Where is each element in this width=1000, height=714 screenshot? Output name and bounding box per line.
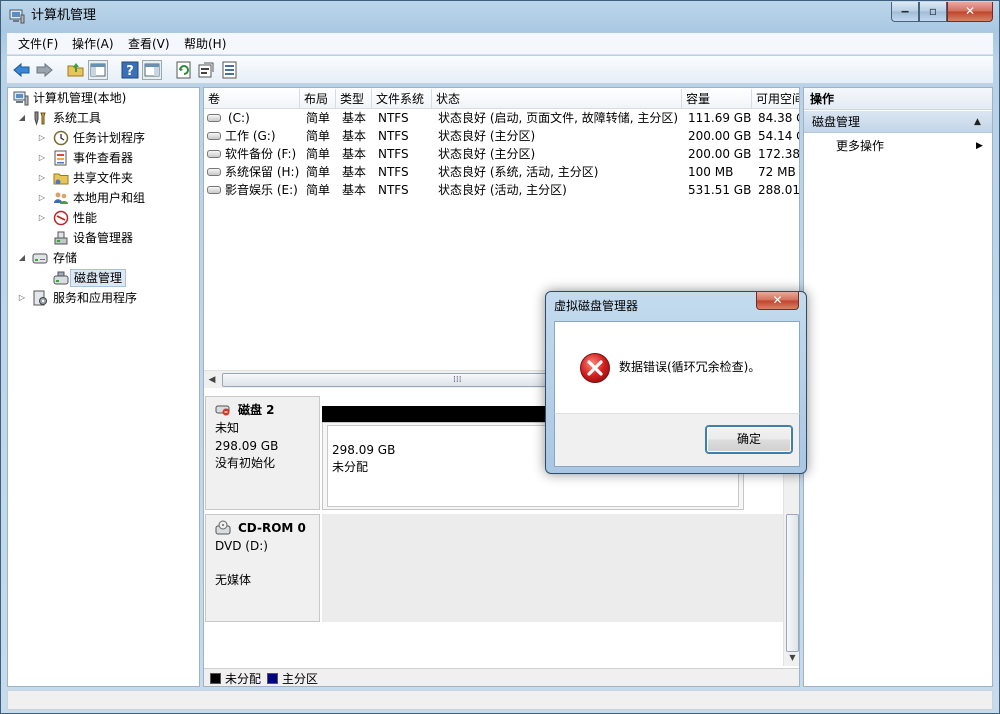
computer-management-icon bbox=[13, 90, 29, 106]
menu-bar: 文件(F) 操作(A) 查看(V) 帮助(H) bbox=[7, 33, 993, 55]
tree-item-local-users[interactable]: ▷ 本地用户和组 bbox=[8, 188, 198, 208]
collapsed-arrow-icon[interactable]: ▷ bbox=[37, 208, 47, 228]
collapsed-arrow-icon[interactable]: ▷ bbox=[37, 168, 47, 188]
grip-icon: ⁞⁞⁞ bbox=[453, 375, 462, 385]
dialog-close-button[interactable]: ✕ bbox=[756, 292, 799, 310]
column-free-space[interactable]: 可用空间 bbox=[752, 89, 799, 109]
dialog-footer: 确定 bbox=[554, 413, 800, 467]
status-bar bbox=[7, 690, 993, 710]
disk-warning-icon bbox=[215, 403, 231, 417]
dialog-message: 数据错误(循环冗余检查)。 bbox=[619, 360, 761, 374]
help-icon[interactable]: ? bbox=[120, 60, 140, 80]
show-hide-action-pane-icon[interactable] bbox=[142, 60, 162, 80]
column-capacity[interactable]: 容量 bbox=[682, 89, 752, 109]
expanded-arrow-icon[interactable]: ◢ bbox=[17, 248, 27, 268]
minimize-button[interactable]: ‒ bbox=[891, 2, 919, 22]
tree-item-root[interactable]: 计算机管理(本地) bbox=[8, 88, 198, 108]
menu-action[interactable]: 操作(A) bbox=[72, 36, 114, 52]
window-title: 计算机管理 bbox=[31, 8, 97, 23]
tree-item-disk-management[interactable]: 磁盘管理 bbox=[8, 268, 198, 288]
device-manager-icon bbox=[53, 230, 69, 246]
performance-icon bbox=[53, 210, 69, 226]
error-dialog: 虚拟磁盘管理器 ✕ 数据错误(循环冗余检查)。 确定 bbox=[545, 291, 807, 474]
close-button[interactable]: ✕ bbox=[947, 2, 993, 22]
clock-icon bbox=[53, 130, 69, 146]
tree-item-services-apps[interactable]: ▷ 服务和应用程序 bbox=[8, 288, 198, 308]
volume-row[interactable]: 影音娱乐 (E:) 简单 基本 NTFS 状态良好 (活动, 主分区) 531.… bbox=[204, 181, 799, 199]
properties-icon[interactable] bbox=[196, 60, 216, 80]
column-file-system[interactable]: 文件系统 bbox=[372, 89, 432, 109]
event-log-icon bbox=[53, 150, 69, 166]
collapse-arrow-icon[interactable]: ▲ bbox=[974, 111, 981, 133]
storage-icon bbox=[32, 250, 48, 266]
forward-icon[interactable] bbox=[34, 60, 54, 80]
tree-item-shared-folders[interactable]: ▷ 共享文件夹 bbox=[8, 168, 198, 188]
volume-row[interactable]: 系统保留 (H:) 简单 基本 NTFS 状态良好 (系统, 活动, 主分区) … bbox=[204, 163, 799, 181]
volume-list-header: 卷 布局 类型 文件系统 状态 容量 可用空间 bbox=[204, 89, 799, 109]
computer-management-icon bbox=[9, 9, 25, 24]
expanded-arrow-icon[interactable]: ◢ bbox=[17, 108, 27, 128]
dialog-body: 数据错误(循环冗余检查)。 bbox=[554, 321, 800, 413]
volume-row[interactable]: 软件备份 (F:) 简单 基本 NTFS 状态良好 (主分区) 200.00 G… bbox=[204, 145, 799, 163]
primary-swatch bbox=[267, 673, 278, 684]
collapsed-arrow-icon[interactable]: ▷ bbox=[37, 128, 47, 148]
scroll-down-icon[interactable]: ▼ bbox=[786, 652, 799, 664]
toolbar: ? bbox=[7, 56, 993, 84]
navigation-tree: 计算机管理(本地) ◢ 系统工具 ▷ 任务计划程序 ▷ 事件查看器 ▷ 共享文件… bbox=[7, 87, 200, 687]
tree-item-storage[interactable]: ◢ 存储 bbox=[8, 248, 198, 268]
column-type[interactable]: 类型 bbox=[336, 89, 372, 109]
volume-row[interactable]: 工作 (G:) 简单 基本 NTFS 状态良好 (主分区) 200.00 GB … bbox=[204, 127, 799, 145]
show-hide-tree-icon[interactable] bbox=[88, 60, 108, 80]
tree-item-performance[interactable]: ▷ 性能 bbox=[8, 208, 198, 228]
drive-icon bbox=[207, 150, 221, 158]
up-folder-icon[interactable] bbox=[66, 60, 86, 80]
drive-icon bbox=[207, 114, 221, 122]
refresh-icon[interactable] bbox=[174, 60, 194, 80]
title-bar[interactable]: 计算机管理 bbox=[1, 1, 999, 31]
menu-help[interactable]: 帮助(H) bbox=[184, 36, 226, 52]
shared-folder-icon bbox=[53, 170, 69, 186]
volume-row[interactable]: (C:) 简单 基本 NTFS 状态良好 (启动, 页面文件, 故障转储, 主分… bbox=[204, 109, 799, 127]
tools-icon bbox=[32, 110, 48, 126]
partition-legend: 未分配 主分区 bbox=[204, 668, 799, 686]
dialog-title: 虚拟磁盘管理器 bbox=[554, 299, 639, 313]
actions-section-disk-management[interactable]: 磁盘管理 ▲ bbox=[804, 111, 992, 133]
tree-item-device-manager[interactable]: 设备管理器 bbox=[8, 228, 198, 248]
actions-pane: 操作 磁盘管理 ▲ 更多操作 ▶ bbox=[803, 87, 993, 687]
maximize-button[interactable]: ▫ bbox=[919, 2, 947, 22]
column-volume[interactable]: 卷 bbox=[204, 89, 300, 109]
back-icon[interactable] bbox=[12, 60, 32, 80]
export-list-icon[interactable] bbox=[220, 60, 240, 80]
unallocated-swatch bbox=[210, 673, 221, 684]
cdrom-icon bbox=[215, 520, 231, 536]
disk-2-label[interactable]: 磁盘 2 未知 298.09 GB 没有初始化 bbox=[205, 396, 320, 510]
drive-icon bbox=[207, 186, 221, 194]
services-icon bbox=[32, 290, 48, 306]
column-status[interactable]: 状态 bbox=[432, 89, 682, 109]
cdrom-media-area bbox=[322, 514, 786, 622]
drive-icon bbox=[207, 168, 221, 176]
tree-item-system-tools[interactable]: ◢ 系统工具 bbox=[8, 108, 198, 128]
error-icon bbox=[579, 352, 611, 384]
scroll-left-icon[interactable]: ◀ bbox=[206, 373, 218, 387]
collapsed-arrow-icon[interactable]: ▷ bbox=[37, 188, 47, 208]
cdrom-label[interactable]: CD-ROM 0 DVD (D:) 无媒体 bbox=[205, 514, 320, 622]
collapsed-arrow-icon[interactable]: ▷ bbox=[17, 288, 27, 308]
collapsed-arrow-icon[interactable]: ▷ bbox=[37, 148, 47, 168]
submenu-arrow-icon[interactable]: ▶ bbox=[976, 137, 983, 155]
drive-icon bbox=[207, 132, 221, 140]
scrollbar-thumb[interactable] bbox=[786, 514, 799, 652]
actions-header: 操作 bbox=[804, 88, 992, 110]
menu-file[interactable]: 文件(F) bbox=[18, 36, 58, 52]
tree-item-task-scheduler[interactable]: ▷ 任务计划程序 bbox=[8, 128, 198, 148]
ok-button[interactable]: 确定 bbox=[706, 426, 792, 453]
more-actions-link[interactable]: 更多操作 bbox=[836, 137, 884, 155]
menu-view[interactable]: 查看(V) bbox=[128, 36, 170, 52]
disk-management-icon bbox=[53, 270, 69, 286]
tree-item-event-viewer[interactable]: ▷ 事件查看器 bbox=[8, 148, 198, 168]
users-icon bbox=[53, 190, 69, 206]
svg-text:?: ? bbox=[126, 64, 134, 79]
column-layout[interactable]: 布局 bbox=[300, 89, 336, 109]
main-window: 计算机管理 ‒ ▫ ✕ 文件(F) 操作(A) 查看(V) 帮助(H) ? 计算… bbox=[0, 0, 1000, 714]
